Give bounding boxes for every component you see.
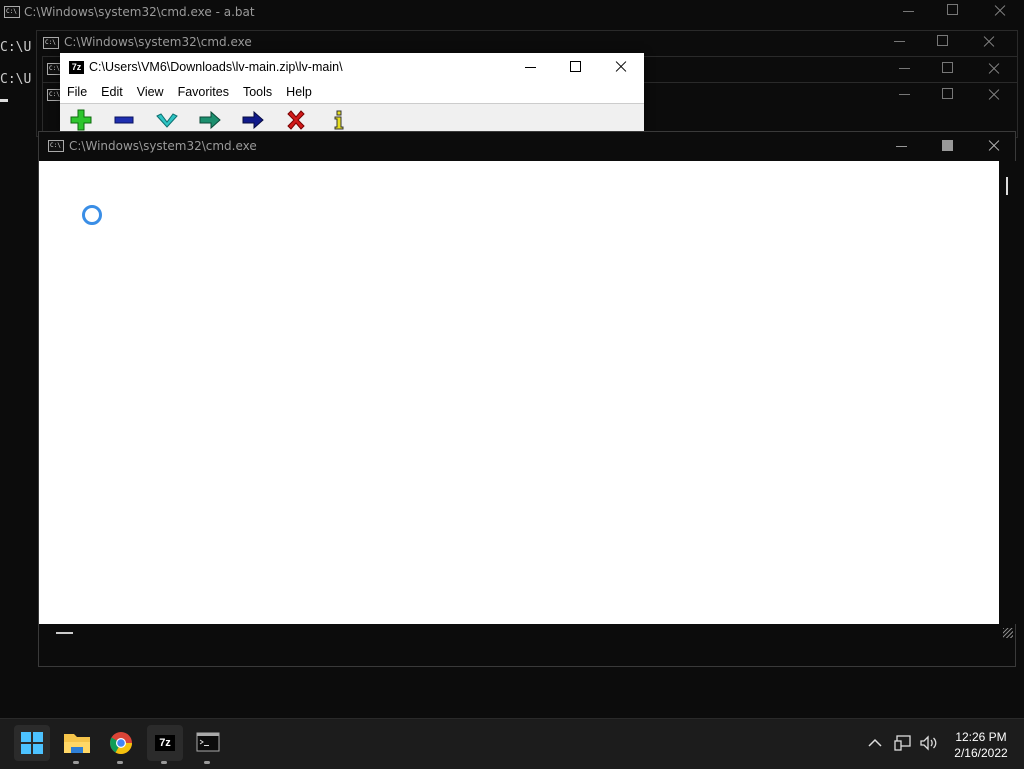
clock-date[interactable]: 2/16/2022 xyxy=(946,746,1016,760)
maximize-button[interactable] xyxy=(947,4,959,16)
start-button[interactable] xyxy=(14,725,50,761)
close-button[interactable] xyxy=(988,140,1000,152)
chevron-up-icon[interactable] xyxy=(868,737,882,749)
close-button[interactable] xyxy=(988,63,1000,75)
running-indicator xyxy=(117,761,123,764)
maximize-button[interactable] xyxy=(942,140,954,152)
volume-icon[interactable] xyxy=(919,735,939,751)
minimize-button[interactable] xyxy=(903,5,915,17)
close-button[interactable] xyxy=(615,60,627,72)
move-icon[interactable] xyxy=(242,109,264,131)
window-title: C:\Windows\system32\cmd.exe - a.bat xyxy=(24,5,255,19)
7zip-icon: 7z xyxy=(155,735,175,751)
menu-bar: File Edit View Favorites Tools Help xyxy=(67,85,326,99)
terminal-icon xyxy=(196,732,220,752)
close-button[interactable] xyxy=(983,36,995,48)
terminal-button[interactable] xyxy=(190,725,226,764)
scrollbar-thumb[interactable] xyxy=(1006,177,1008,195)
cmd-app-icon: C:\ xyxy=(4,6,20,18)
file-explorer-button[interactable] xyxy=(59,725,95,764)
cmd-app-icon: C:\ xyxy=(43,37,59,49)
resize-grip-icon[interactable] xyxy=(1003,628,1013,638)
file-explorer-icon xyxy=(64,734,90,753)
copy-icon[interactable] xyxy=(199,109,221,131)
console-line-1: C:\U xyxy=(0,40,32,55)
clock-time[interactable]: 12:26 PM xyxy=(948,730,1014,744)
close-button[interactable] xyxy=(988,89,1000,101)
horizontal-scrollbar[interactable] xyxy=(39,624,999,641)
toolbar xyxy=(60,103,644,132)
minimize-button[interactable] xyxy=(894,35,906,47)
start-icon xyxy=(21,732,43,754)
network-icon[interactable] xyxy=(894,735,912,751)
cmd-app-icon: C:\ xyxy=(48,140,64,152)
loading-spinner-icon xyxy=(82,205,102,225)
menu-edit[interactable]: Edit xyxy=(101,85,123,99)
menu-file[interactable]: File xyxy=(67,85,87,99)
7zip-icon-label: 7z xyxy=(159,737,171,749)
close-button[interactable] xyxy=(994,5,1006,17)
info-icon[interactable] xyxy=(328,109,350,131)
running-indicator xyxy=(204,761,210,764)
running-indicator xyxy=(73,761,79,764)
console-content-area[interactable] xyxy=(39,161,999,624)
scrollbar-thumb-h[interactable] xyxy=(56,632,73,634)
console-line-2: C:\U xyxy=(0,72,32,87)
console-cursor xyxy=(0,99,8,102)
menu-tools[interactable]: Tools xyxy=(243,85,272,99)
cmd-window-front[interactable]: C:\ C:\Windows\system32\cmd.exe xyxy=(38,131,1016,667)
maximize-button[interactable] xyxy=(570,61,581,72)
menu-favorites[interactable]: Favorites xyxy=(178,85,229,99)
menu-help[interactable]: Help xyxy=(286,85,312,99)
maximize-button[interactable] xyxy=(942,62,954,74)
7zip-window[interactable]: 7z C:\Users\VM6\Downloads\lv-main.zip\lv… xyxy=(60,53,644,132)
minimize-button[interactable] xyxy=(899,88,911,100)
chrome-icon xyxy=(110,732,132,754)
window-title: C:\Windows\system32\cmd.exe xyxy=(64,35,252,49)
minimize-button[interactable] xyxy=(899,62,911,74)
test-icon[interactable] xyxy=(156,109,178,131)
window-title: C:\Users\VM6\Downloads\lv-main.zip\lv-ma… xyxy=(89,60,343,74)
chrome-button[interactable] xyxy=(103,725,139,764)
menu-view[interactable]: View xyxy=(137,85,164,99)
delete-icon[interactable] xyxy=(285,109,307,131)
minimize-button[interactable] xyxy=(896,140,908,152)
window-title: C:\Windows\system32\cmd.exe xyxy=(69,139,257,153)
7zip-taskbar-button[interactable]: 7z xyxy=(147,725,183,764)
add-icon[interactable] xyxy=(70,109,92,131)
extract-icon[interactable] xyxy=(113,109,135,131)
minimize-button[interactable] xyxy=(525,67,536,68)
maximize-button[interactable] xyxy=(937,35,949,47)
maximize-button[interactable] xyxy=(942,88,954,100)
7zip-app-icon: 7z xyxy=(69,61,84,74)
running-indicator xyxy=(161,761,167,764)
vertical-scrollbar[interactable] xyxy=(999,161,1016,624)
